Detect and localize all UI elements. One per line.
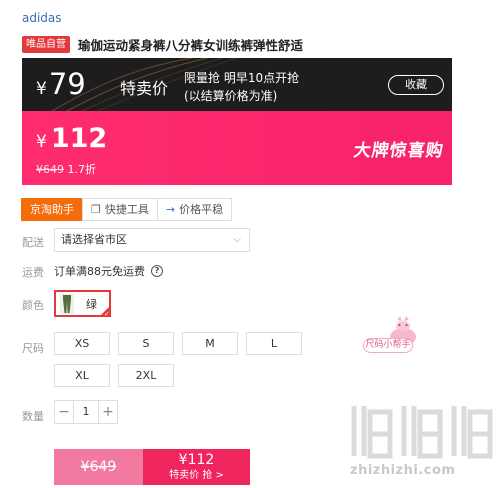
size-option-xs[interactable]: XS — [54, 332, 110, 355]
tab-label: 价格平稳 — [179, 203, 224, 216]
brand-name[interactable]: adidas — [22, 11, 62, 25]
original-price: ¥649 — [36, 163, 64, 176]
collect-button[interactable]: 收藏 — [388, 75, 444, 95]
size-label: 尺码 — [22, 342, 44, 355]
promo-price-value: 112 — [50, 123, 108, 154]
size-option-2xl[interactable]: 2XL — [118, 364, 174, 387]
promo-price-banner: ¥ 112 ¥649 1.7折 大牌惊喜购 — [22, 111, 452, 185]
size-helper-button[interactable]: 尺码小帮手 — [363, 338, 413, 353]
tab-jingtao-assistant[interactable]: 京淘助手 — [21, 198, 83, 221]
discount-rate: 1.7折 — [67, 163, 97, 176]
flash-currency: ¥ — [36, 79, 47, 99]
product-title: 瑜伽运动紧身裤八分裤女训练裤弹性舒适 — [78, 38, 304, 53]
check-icon: ✓ — [104, 310, 110, 318]
flash-price: ¥ 79 — [36, 67, 86, 101]
buy-original-price: ¥649 — [80, 459, 117, 475]
buy-now-button[interactable]: ¥112 特卖价 抢 > — [143, 449, 250, 485]
delivery-label: 配送 — [22, 236, 44, 249]
quantity-input[interactable]: 1 — [73, 401, 99, 423]
color-option-label: 绿 — [86, 297, 97, 311]
tab-price-trend[interactable]: → 价格平稳 — [156, 198, 233, 221]
flash-price-label: 特卖价 — [120, 79, 169, 98]
shipping-info: 订单满88元免运费 ? — [54, 263, 163, 279]
copy-icon: ❐ — [91, 203, 101, 216]
flash-info-line2: (以结算价格为准) — [184, 89, 278, 103]
pants-thumbnail-icon — [60, 293, 74, 314]
flash-info: 限量抢 明早10点开抢 (以结算价格为准) — [184, 69, 299, 105]
size-option-l[interactable]: L — [246, 332, 302, 355]
promo-currency: ¥ — [36, 132, 47, 152]
promo-slogan: 大牌惊喜购 — [352, 141, 446, 161]
color-option-green[interactable]: 绿 ✓ — [54, 290, 111, 318]
product-title-row: 唯品自营 瑜伽运动紧身裤八分裤女训练裤弹性舒适 — [22, 35, 303, 54]
tab-quick-tools[interactable]: ❐ 快捷工具 — [82, 198, 158, 221]
size-option-xl[interactable]: XL — [54, 364, 110, 387]
chevron-down-icon: ⌵ — [233, 234, 241, 245]
tab-label: 京淘助手 — [30, 203, 74, 216]
question-icon[interactable]: ? — [151, 265, 163, 277]
tab-label: 快捷工具 — [104, 203, 149, 216]
decrease-button[interactable]: − — [55, 401, 73, 423]
size-option-s[interactable]: S — [118, 332, 174, 355]
flash-price-value: 79 — [48, 67, 86, 101]
original-price-button[interactable]: ¥649 — [54, 449, 143, 485]
promo-original-price: ¥649 1.7折 — [36, 161, 96, 177]
self-operated-badge: 唯品自营 — [22, 36, 70, 53]
flash-info-line1: 限量抢 明早10点开抢 — [184, 71, 300, 85]
shipping-label: 运费 — [22, 266, 44, 279]
watermark-text: zhizhizhi.com — [350, 463, 456, 478]
quantity-stepper: − 1 + — [54, 400, 118, 424]
flash-sale-banner: ¥ 79 特卖价 限量抢 明早10点开抢 (以结算价格为准) 收藏 — [22, 58, 452, 111]
shipping-text: 订单满88元免运费 — [54, 265, 145, 278]
buy-label: 特卖价 抢 > — [169, 470, 224, 481]
quantity-label: 数量 — [22, 410, 44, 423]
region-placeholder: 请选择省市区 — [61, 233, 127, 246]
increase-button[interactable]: + — [99, 401, 117, 423]
tool-tabs: 京淘助手 ❐ 快捷工具 → 价格平稳 — [21, 198, 233, 221]
size-option-m[interactable]: M — [182, 332, 238, 355]
color-label: 颜色 — [22, 299, 44, 312]
arrow-right-icon: → — [165, 203, 176, 216]
buy-price: ¥112 — [178, 452, 215, 468]
promo-price: ¥ 112 — [36, 123, 107, 154]
region-select[interactable]: 请选择省市区 ⌵ — [54, 228, 250, 252]
